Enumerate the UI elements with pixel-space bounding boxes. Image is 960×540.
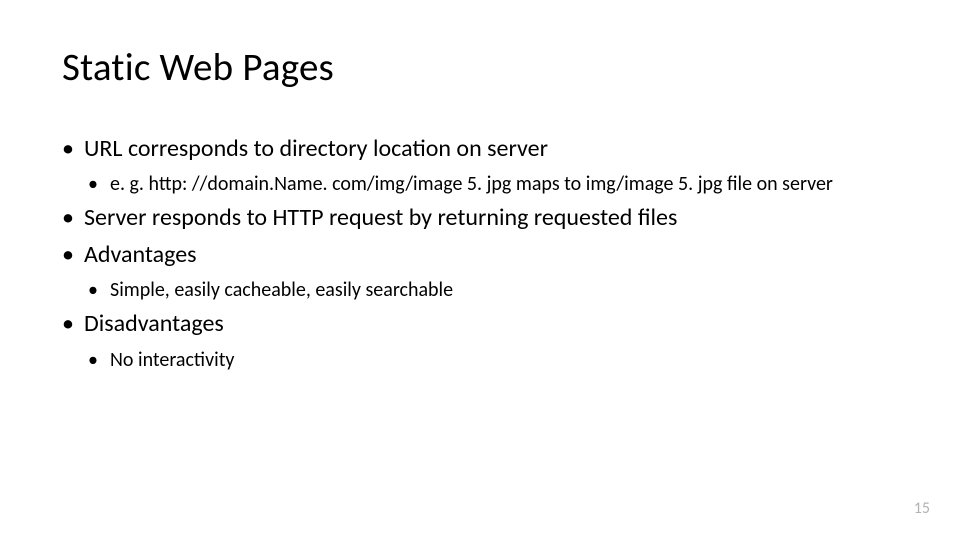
- slide-container: Static Web Pages URL corresponds to dire…: [0, 0, 960, 540]
- bullet-level2: Simple, easily cacheable, easily searcha…: [88, 277, 898, 304]
- bullet-level1: Disadvantages: [62, 308, 898, 340]
- bullet-level2: e. g. http: //domain.Name. com/img/image…: [88, 171, 898, 198]
- bullet-level2: No interactivity: [88, 347, 898, 374]
- slide-title: Static Web Pages: [62, 44, 898, 91]
- bullet-list: URL corresponds to directory location on…: [62, 133, 898, 374]
- page-number: 15: [914, 499, 930, 518]
- bullet-level1: URL corresponds to directory location on…: [62, 133, 898, 165]
- bullet-level1: Advantages: [62, 239, 898, 271]
- bullet-level1: Server responds to HTTP request by retur…: [62, 202, 898, 234]
